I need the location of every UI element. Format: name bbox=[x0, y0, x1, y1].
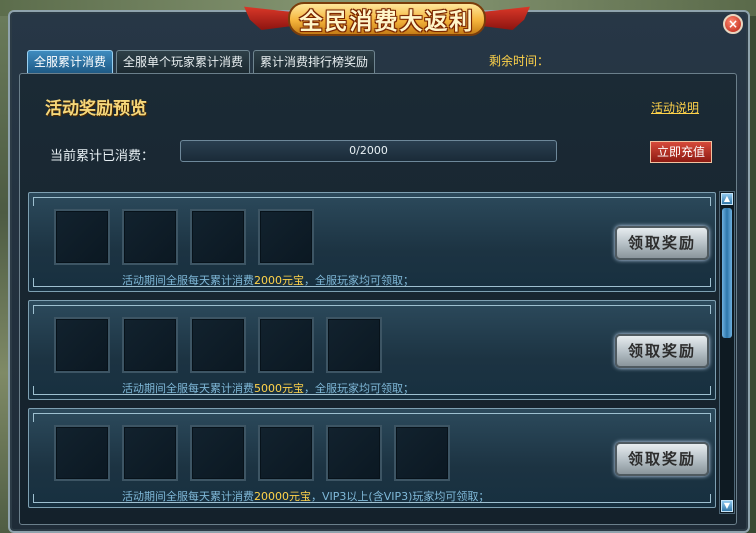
scroll-up-icon[interactable]: ▲ bbox=[721, 193, 733, 205]
item-slot[interactable] bbox=[122, 209, 178, 265]
scroll-down-icon[interactable]: ▼ bbox=[721, 500, 733, 512]
tab-ranking-reward[interactable]: 累计消费排行榜奖励 bbox=[253, 50, 376, 73]
item-slot[interactable] bbox=[190, 209, 246, 265]
reward-row: 活动期间全服每天累计消费20000元宝，VIP3以上(含VIP3)玩家均可领取；… bbox=[28, 408, 716, 508]
tab-server-total[interactable]: 全服累计消费 bbox=[27, 50, 114, 73]
reward-description: 活动期间全服每天累计消费2000元宝，全服玩家均可领取； bbox=[122, 274, 414, 287]
item-slot[interactable] bbox=[122, 317, 178, 373]
remaining-time-label: 剩余时间： bbox=[489, 54, 550, 68]
title-plate: 全民消费大返利 bbox=[288, 2, 486, 36]
item-slot[interactable] bbox=[54, 209, 110, 265]
item-slot[interactable] bbox=[190, 317, 246, 373]
window-title: 全民消费大返利 bbox=[299, 9, 475, 35]
recharge-button[interactable]: 立即充值 bbox=[650, 141, 712, 163]
reward-list: 活动期间全服每天累计消费2000元宝，全服玩家均可领取； 领取奖励 活动期间全服… bbox=[28, 192, 716, 514]
item-slot[interactable] bbox=[258, 209, 314, 265]
tab-bar: 全服累计消费 全服单个玩家累计消费 累计消费排行榜奖励 bbox=[27, 50, 376, 73]
section-title: 活动奖励预览 bbox=[45, 99, 147, 119]
reward-description: 活动期间全服每天累计消费5000元宝，全服玩家均可领取； bbox=[122, 382, 414, 395]
scroll-thumb[interactable] bbox=[722, 208, 732, 338]
item-slot[interactable] bbox=[394, 425, 450, 481]
title-banner: 全民消费大返利 bbox=[244, 0, 530, 40]
item-slot[interactable] bbox=[258, 425, 314, 481]
tab-single-player[interactable]: 全服单个玩家累计消费 bbox=[116, 50, 251, 73]
item-slot[interactable] bbox=[54, 425, 110, 481]
reward-row: 活动期间全服每天累计消费5000元宝，全服玩家均可领取； 领取奖励 bbox=[28, 300, 716, 400]
progress-text: 0/2000 bbox=[349, 144, 388, 157]
item-slot[interactable] bbox=[54, 317, 110, 373]
list-scrollbar[interactable]: ▲ ▼ bbox=[719, 191, 735, 514]
remaining-time: 剩余时间： bbox=[489, 52, 553, 69]
claim-reward-button[interactable]: 领取奖励 bbox=[615, 226, 709, 260]
item-slot[interactable] bbox=[326, 317, 382, 373]
item-slot[interactable] bbox=[122, 425, 178, 481]
help-link[interactable]: 活动说明 bbox=[651, 99, 699, 116]
item-slot[interactable] bbox=[326, 425, 382, 481]
item-slot[interactable] bbox=[258, 317, 314, 373]
spent-label: 当前累计已消费： bbox=[50, 149, 155, 164]
item-slot[interactable] bbox=[190, 425, 246, 481]
claim-reward-button[interactable]: 领取奖励 bbox=[615, 334, 709, 368]
reward-description: 活动期间全服每天累计消费20000元宝，VIP3以上(含VIP3)玩家均可领取； bbox=[122, 490, 490, 503]
close-icon[interactable]: × bbox=[723, 14, 743, 34]
spent-progress-bar: 0/2000 bbox=[180, 140, 557, 162]
reward-row: 活动期间全服每天累计消费2000元宝，全服玩家均可领取； 领取奖励 bbox=[28, 192, 716, 292]
claim-reward-button[interactable]: 领取奖励 bbox=[615, 442, 709, 476]
